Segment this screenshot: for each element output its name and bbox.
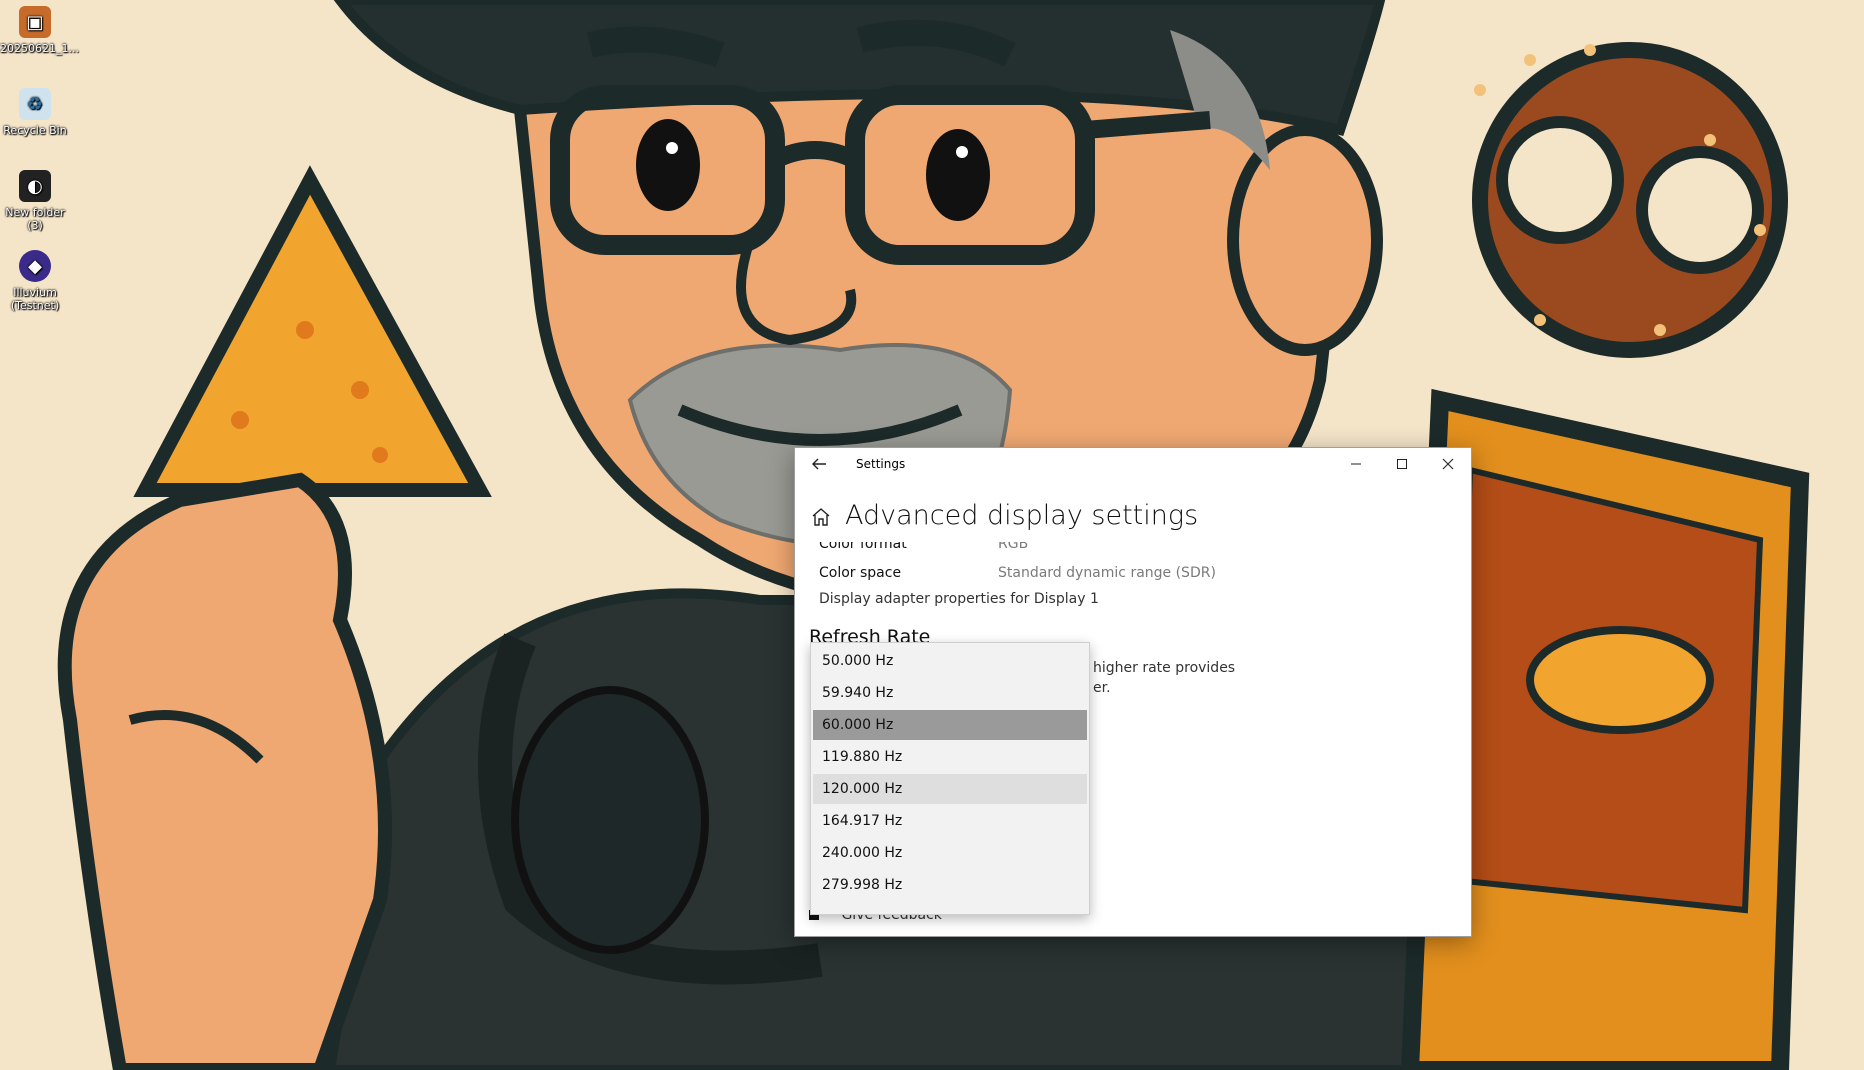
- desktop-icon-label: 20250621_1...: [0, 42, 79, 55]
- maximize-button[interactable]: [1379, 448, 1425, 480]
- desktop-icon-label: New folder (3): [5, 206, 65, 232]
- desktop-icon-label: Recycle Bin: [3, 124, 67, 137]
- refresh-rate-description-line-2: er.: [1093, 680, 1111, 696]
- minimize-icon: [1351, 463, 1361, 465]
- refresh-rate-option[interactable]: 50.000 Hz: [813, 646, 1087, 676]
- desktop-icon-new-folder[interactable]: ◐ New folder (3): [0, 170, 70, 232]
- window-title: Settings: [856, 457, 906, 471]
- color-space-value: Standard dynamic range (SDR): [998, 565, 1216, 581]
- home-icon: [812, 508, 830, 526]
- maximize-icon: [1397, 459, 1407, 469]
- back-button[interactable]: [807, 452, 831, 476]
- minimize-button[interactable]: [1333, 448, 1379, 480]
- refresh-rate-option[interactable]: 119.880 Hz: [813, 742, 1087, 772]
- folder-icon: ◐: [19, 170, 51, 202]
- close-button[interactable]: [1425, 448, 1471, 480]
- refresh-rate-option[interactable]: 279.998 Hz: [813, 870, 1087, 900]
- clipped-row-container: Color format RGB: [795, 542, 1471, 558]
- refresh-rate-option-selected[interactable]: 60.000 Hz: [813, 710, 1087, 740]
- app-icon: ◆: [19, 250, 51, 282]
- display-adapter-properties-link[interactable]: Display adapter properties for Display 1: [819, 591, 1099, 607]
- refresh-rate-description-line-1: higher rate provides: [1093, 660, 1236, 676]
- back-arrow-icon: [812, 458, 826, 470]
- color-format-value: RGB: [998, 542, 1029, 552]
- desktop-icon-label: Illuvium (Testnet): [10, 286, 60, 312]
- refresh-rate-option[interactable]: 240.000 Hz: [813, 838, 1087, 868]
- refresh-rate-option[interactable]: 164.917 Hz: [813, 806, 1087, 836]
- refresh-rate-option[interactable]: 59.940 Hz: [813, 678, 1087, 708]
- color-space-label: Color space: [819, 565, 902, 581]
- color-format-label: Color format: [819, 542, 907, 552]
- home-button[interactable]: [810, 506, 832, 528]
- refresh-rate-dropdown-list: 50.000 Hz 59.940 Hz 60.000 Hz 119.880 Hz…: [810, 642, 1090, 915]
- title-bar: Settings: [795, 448, 1471, 480]
- page-title: Advanced display settings: [845, 500, 1199, 531]
- desktop-icon-image-file[interactable]: ▣ 20250621_1...: [0, 6, 79, 55]
- refresh-rate-option-hovered[interactable]: 120.000 Hz: [813, 774, 1087, 804]
- image-file-icon: ▣: [19, 6, 51, 38]
- recycle-bin-icon: ♻: [19, 88, 51, 120]
- close-icon: [1442, 458, 1454, 470]
- desktop-icon-recycle-bin[interactable]: ♻ Recycle Bin: [0, 88, 70, 137]
- desktop-icon-illuvium[interactable]: ◆ Illuvium (Testnet): [0, 250, 70, 312]
